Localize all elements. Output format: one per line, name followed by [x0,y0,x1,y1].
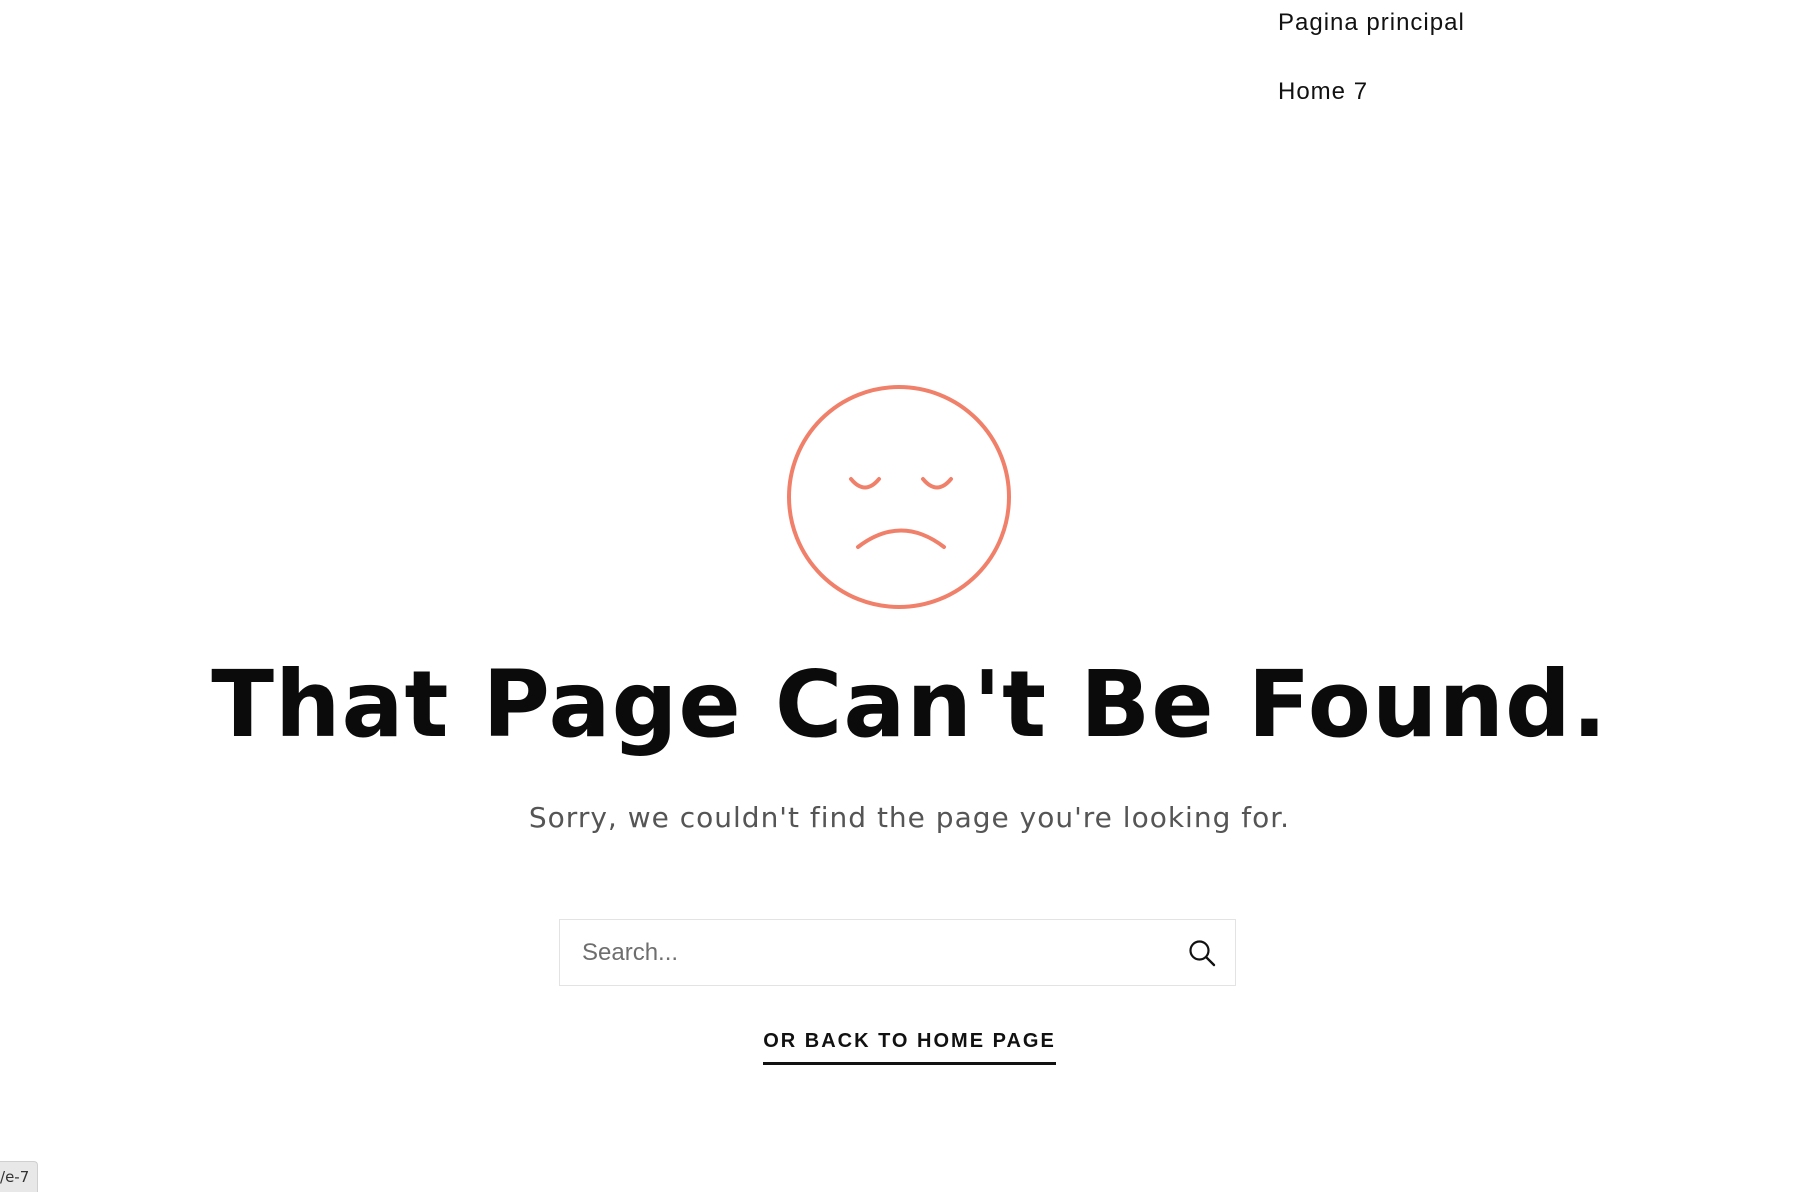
nav-item-pagina-principal[interactable]: Pagina principal [1278,6,1465,40]
search-input[interactable] [560,920,1160,985]
back-to-home-link[interactable]: OR BACK TO HOME PAGE [763,1030,1056,1065]
nav-item-label[interactable]: Home 7 [1278,78,1368,105]
page-title: That Page Can't Be Found. [211,651,1608,758]
error-page: Pagina principal Home 7 That Page Can't … [0,0,1819,1192]
top-navigation: Pagina principal Home 7 [1278,6,1465,144]
sad-face-icon [787,385,1011,609]
search-form [559,919,1236,986]
error-message: Sorry, we couldn't find the page you're … [528,801,1291,834]
home-link-wrapper: OR BACK TO HOME PAGE [0,1030,1819,1065]
status-bar-url: e-7/ [0,1161,39,1192]
nav-item-home-7[interactable]: Home 7 [1278,75,1465,109]
nav-item-label[interactable]: Pagina principal [1278,9,1465,36]
search-icon[interactable] [1187,938,1217,968]
